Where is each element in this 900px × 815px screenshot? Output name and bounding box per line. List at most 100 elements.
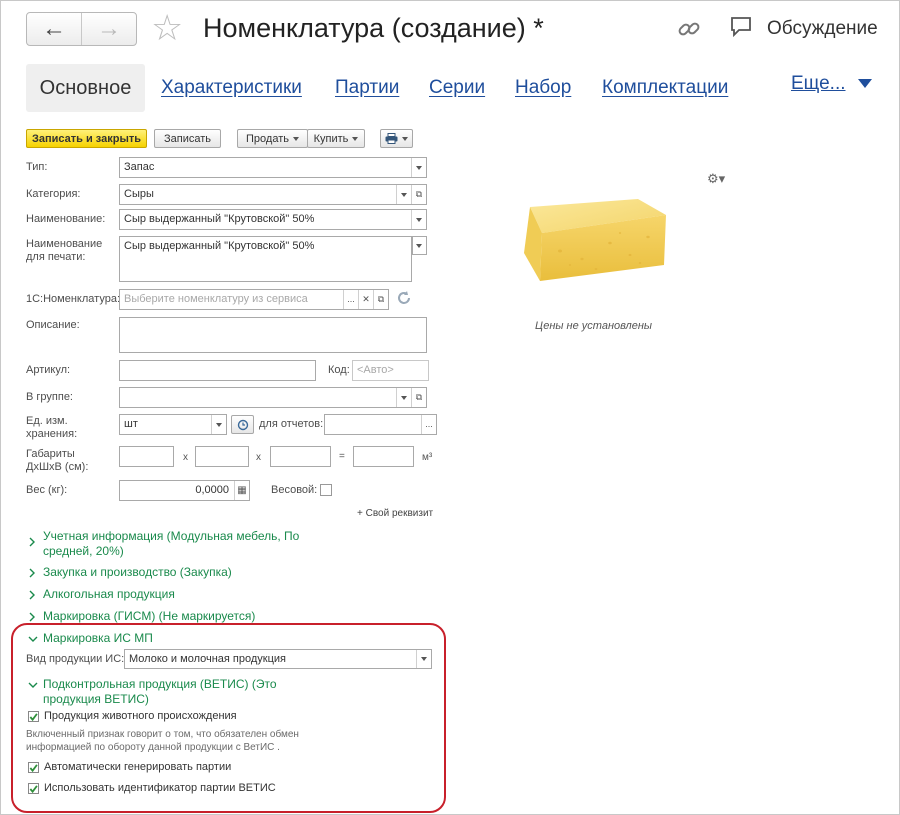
checkmark-icon bbox=[29, 784, 38, 793]
times-sign: x bbox=[256, 452, 261, 463]
dropdown-button[interactable] bbox=[211, 415, 226, 434]
article-field[interactable] bbox=[119, 360, 316, 381]
sell-label: Продать bbox=[246, 132, 289, 145]
chevron-right-icon bbox=[29, 568, 35, 578]
print-name-value: Сыр выдержанный "Крутовской" 50% bbox=[124, 240, 315, 252]
select-button[interactable]: ... bbox=[421, 415, 436, 434]
vetis-note-line: информацией по обороту данной продукции … bbox=[26, 742, 280, 753]
tab-series[interactable]: Серии bbox=[429, 77, 485, 99]
checkmark-icon bbox=[29, 712, 38, 721]
group-field[interactable]: ⧉ bbox=[119, 387, 427, 408]
dims-label-2: ДхШхВ (см): bbox=[26, 461, 89, 473]
chevron-right-icon bbox=[29, 612, 35, 622]
reports-unit-field[interactable]: ... bbox=[324, 414, 437, 435]
dropdown-button[interactable] bbox=[396, 388, 411, 407]
tab-batches[interactable]: Партии bbox=[335, 77, 399, 99]
print-button[interactable] bbox=[380, 129, 413, 148]
weighted-label: Весовой: bbox=[271, 484, 318, 496]
tab-main[interactable]: Основное bbox=[26, 64, 145, 112]
add-requisite-link[interactable]: + Свой реквизит bbox=[357, 508, 433, 519]
catalog-placeholder: Выберите номенклатуру из сервиса bbox=[124, 293, 308, 305]
height-field[interactable] bbox=[270, 446, 331, 467]
use-batch-id-checkbox[interactable] bbox=[28, 783, 39, 794]
unit-history-button[interactable] bbox=[231, 415, 254, 434]
animal-origin-label[interactable]: Продукция животного происхождения bbox=[44, 710, 237, 722]
dropdown-button[interactable] bbox=[411, 158, 426, 177]
cubic-meter-unit: м³ bbox=[422, 452, 433, 463]
article-label: Артикул: bbox=[26, 364, 71, 376]
group-label: В группе: bbox=[26, 391, 73, 403]
back-button[interactable]: ← bbox=[27, 13, 81, 45]
dropdown-button[interactable] bbox=[413, 237, 426, 254]
animal-origin-checkbox[interactable] bbox=[28, 711, 39, 722]
dropdown-button[interactable] bbox=[411, 210, 426, 229]
favorite-star-icon[interactable]: ☆ bbox=[151, 10, 183, 46]
select-button[interactable]: ... bbox=[343, 290, 358, 309]
section-vetis[interactable]: Подконтрольная продукция (ВЕТИС) (Это про… bbox=[28, 677, 328, 707]
link-icon[interactable] bbox=[676, 16, 702, 47]
description-label: Описание: bbox=[26, 319, 80, 331]
chevron-down-icon bbox=[28, 636, 38, 642]
auto-batches-label[interactable]: Автоматически генерировать партии bbox=[44, 761, 231, 773]
product-type-label: Вид продукции ИС: bbox=[26, 653, 125, 665]
equals-sign: = bbox=[339, 451, 345, 462]
open-icon[interactable]: ⧉ bbox=[411, 185, 426, 204]
dropdown-button[interactable] bbox=[416, 650, 431, 668]
unit-label-2: хранения: bbox=[26, 428, 78, 440]
section-gism-title: Маркировка (ГИСМ) (Не маркируется) bbox=[43, 609, 256, 623]
product-type-field[interactable]: Молоко и молочная продукция bbox=[124, 649, 432, 669]
forward-button[interactable]: → bbox=[81, 13, 136, 45]
dropdown-button[interactable] bbox=[396, 185, 411, 204]
code-label: Код: bbox=[328, 364, 350, 376]
calculator-icon[interactable]: ▦ bbox=[234, 481, 249, 500]
length-field[interactable] bbox=[119, 446, 174, 467]
description-field[interactable] bbox=[119, 317, 427, 353]
unit-field[interactable]: шт bbox=[119, 414, 227, 435]
print-name-field[interactable]: Сыр выдержанный "Крутовской" 50% bbox=[119, 236, 412, 282]
save-and-close-button[interactable]: Записать и закрыть bbox=[26, 129, 147, 148]
section-gism[interactable]: Маркировка (ГИСМ) (Не маркируется) bbox=[28, 609, 328, 624]
weight-field[interactable]: 0,0000 ▦ bbox=[119, 480, 250, 501]
volume-field[interactable] bbox=[353, 446, 414, 467]
chevron-right-icon bbox=[29, 537, 35, 547]
category-field[interactable]: Сыры ⧉ bbox=[119, 184, 427, 205]
name-field[interactable]: Сыр выдержанный "Крутовской" 50% bbox=[119, 209, 427, 230]
section-purchase[interactable]: Закупка и производство (Закупка) bbox=[28, 565, 328, 580]
section-vetis-title: Подконтрольная продукция (ВЕТИС) (Это про… bbox=[43, 677, 277, 707]
open-icon[interactable]: ⧉ bbox=[373, 290, 388, 309]
print-name-dropdown[interactable] bbox=[412, 236, 427, 255]
refresh-icon[interactable] bbox=[396, 290, 412, 311]
tab-configurations[interactable]: Комплектации bbox=[602, 77, 728, 99]
weighted-checkbox[interactable] bbox=[320, 484, 332, 496]
buy-button[interactable]: Купить bbox=[307, 129, 365, 148]
gear-icon[interactable]: ⚙▾ bbox=[707, 171, 725, 187]
tab-characteristics[interactable]: Характеристики bbox=[161, 77, 302, 99]
catalog-field[interactable]: Выберите номенклатуру из сервиса ... ✕ ⧉ bbox=[119, 289, 389, 310]
code-field[interactable]: <Авто> bbox=[352, 360, 429, 381]
times-sign: x bbox=[183, 452, 188, 463]
section-ismp[interactable]: Маркировка ИС МП bbox=[28, 631, 328, 646]
discussion-icon[interactable] bbox=[730, 16, 754, 43]
discussion-button[interactable]: Обсуждение bbox=[767, 18, 878, 40]
print-name-label-2: для печати: bbox=[26, 251, 86, 263]
auto-batches-checkbox[interactable] bbox=[28, 762, 39, 773]
name-label: Наименование: bbox=[26, 213, 106, 225]
type-field[interactable]: Запас bbox=[119, 157, 427, 178]
category-label: Категория: bbox=[26, 188, 81, 200]
chevron-down-icon bbox=[292, 136, 299, 141]
sell-button[interactable]: Продать bbox=[237, 129, 308, 148]
open-icon[interactable]: ⧉ bbox=[411, 388, 426, 407]
save-button[interactable]: Записать bbox=[154, 129, 221, 148]
use-batch-id-label[interactable]: Использовать идентификатор партии ВЕТИС bbox=[44, 782, 276, 794]
tab-kit[interactable]: Набор bbox=[515, 77, 571, 99]
section-alcohol[interactable]: Алкогольная продукция bbox=[28, 587, 328, 602]
printer-icon bbox=[385, 133, 398, 144]
section-accounting[interactable]: Учетная информация (Модульная мебель, По… bbox=[28, 529, 328, 559]
more-menu[interactable]: Еще... bbox=[791, 73, 846, 95]
section-line: Подконтрольная продукция (ВЕТИС) (Это bbox=[43, 677, 277, 691]
clear-icon[interactable]: ✕ bbox=[358, 290, 373, 309]
catalog-label: 1С:Номенклатура: bbox=[26, 293, 120, 305]
width-field[interactable] bbox=[195, 446, 249, 467]
more-arrow-icon[interactable] bbox=[858, 79, 872, 88]
category-value: Сыры bbox=[124, 188, 154, 200]
